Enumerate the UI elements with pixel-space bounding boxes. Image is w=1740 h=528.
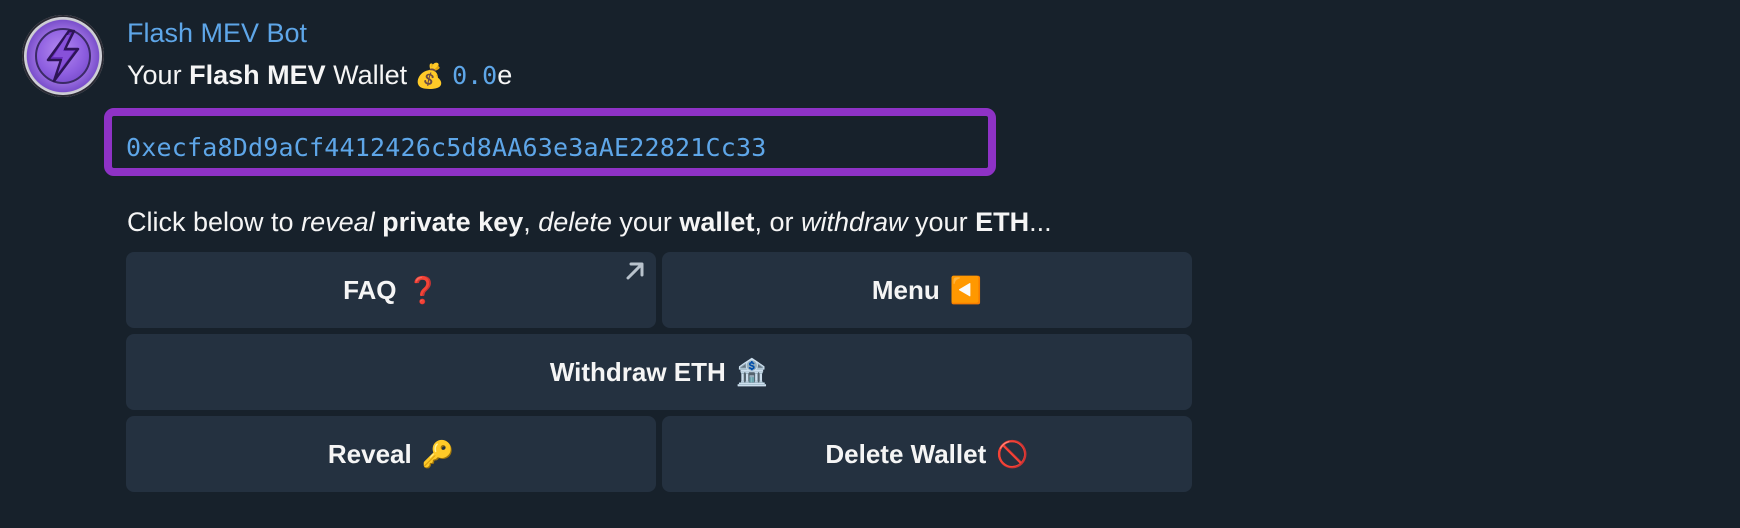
instruction-text-2: , <box>523 207 531 237</box>
arrow-up-right-icon <box>626 262 644 280</box>
wallet-address[interactable]: 0xecfa8Dd9aCf4412426c5d8AA63e3aAE22821Cc… <box>126 133 767 162</box>
key-icon: 🔑 <box>421 438 455 469</box>
instruction-text-4: , or <box>754 207 794 237</box>
instruction-delete: delete <box>538 207 612 237</box>
back-arrow-icon: ◀️ <box>949 274 983 305</box>
wallet-line-bold: Flash MEV <box>189 60 326 90</box>
lightning-bolt-icon <box>46 29 80 83</box>
menu-button[interactable]: Menu ◀️ <box>662 252 1192 328</box>
faq-button-label: FAQ <box>343 274 397 305</box>
reveal-button[interactable]: Reveal 🔑 <box>126 416 656 492</box>
question-mark-icon: ❓ <box>406 274 439 305</box>
instruction-text-1: Click below to <box>127 207 294 237</box>
instruction-line: Click below to reveal private key, delet… <box>127 207 1052 238</box>
prohibited-icon: 🚫 <box>996 438 1029 469</box>
instruction-reveal: reveal <box>301 207 375 237</box>
reveal-button-label: Reveal <box>327 438 412 469</box>
withdraw-eth-button[interactable]: Withdraw ETH 🏦 <box>126 334 1192 410</box>
money-bag-icon: 💰 <box>414 63 445 90</box>
instruction-eth: ETH <box>975 207 1030 237</box>
wallet-line: Your Flash MEV Wallet 💰 0.0e <box>127 60 512 91</box>
bot-avatar[interactable] <box>22 15 104 97</box>
instruction-text-3: your <box>619 207 672 237</box>
withdraw-button-label: Withdraw ETH <box>549 356 726 387</box>
instruction-wallet: wallet <box>679 207 755 237</box>
delete-wallet-button[interactable]: Delete Wallet 🚫 <box>662 416 1192 492</box>
faq-button[interactable]: FAQ ❓ <box>126 252 656 328</box>
delete-button-label: Delete Wallet <box>825 438 987 469</box>
wallet-balance-unit: e <box>497 60 513 90</box>
instruction-private-key: private key <box>382 207 524 237</box>
wallet-line-prefix: Your <box>127 60 182 90</box>
instruction-withdraw: withdraw <box>800 207 908 237</box>
bank-icon: 🏦 <box>735 356 769 387</box>
instruction-text-5: your <box>915 207 968 237</box>
menu-button-label: Menu <box>871 274 940 305</box>
instruction-text-6: ... <box>1029 207 1052 237</box>
wallet-balance[interactable]: 0.0 <box>452 61 497 90</box>
wallet-line-suffix: Wallet <box>333 60 408 90</box>
sender-name[interactable]: Flash MEV Bot <box>127 18 307 49</box>
